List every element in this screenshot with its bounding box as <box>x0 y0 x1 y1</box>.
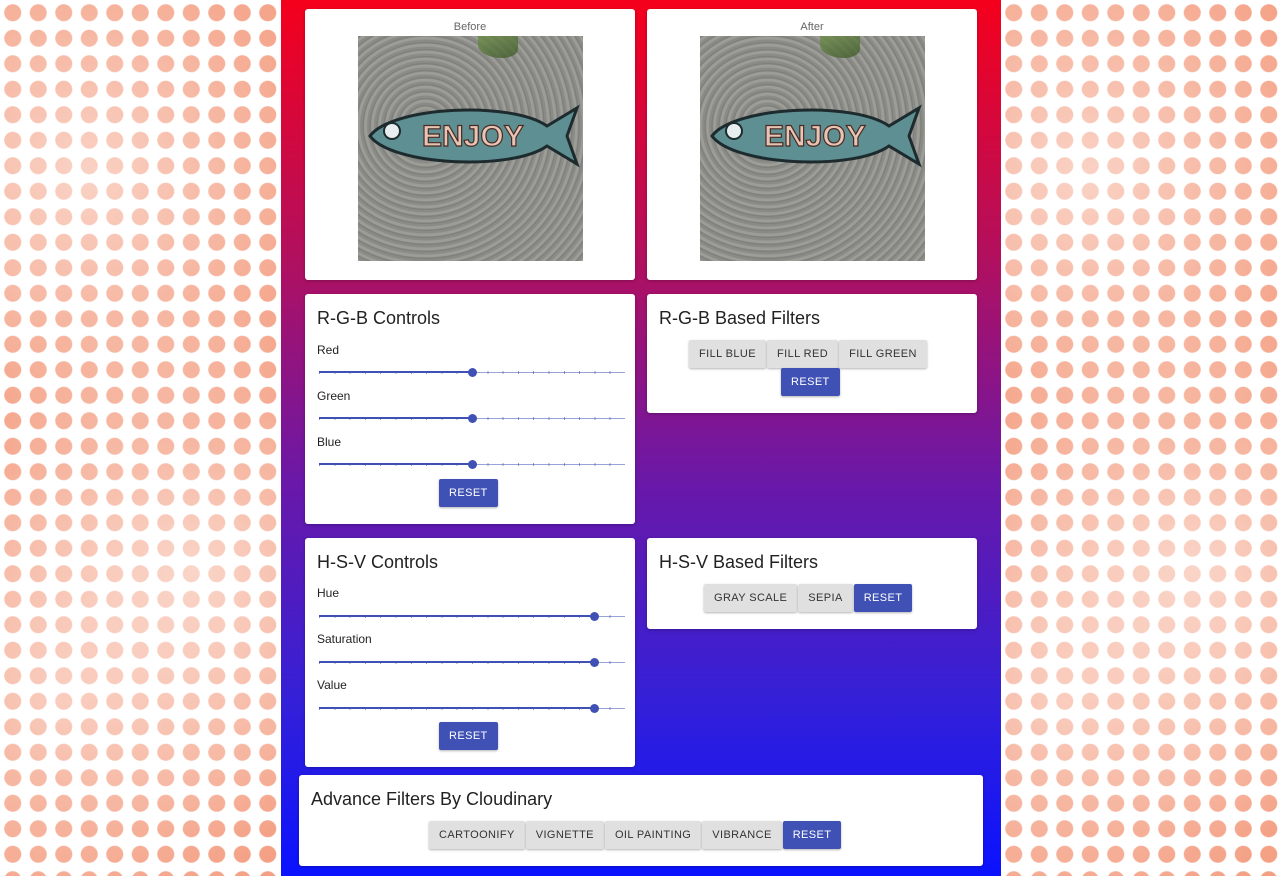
rgb-filters-title: R-G-B Based Filters <box>659 308 821 328</box>
after-card: After ENJOY <box>647 9 977 280</box>
rgb-reset-button[interactable]: Reset <box>439 479 498 507</box>
gray-scale-button[interactable]: Gray Scale <box>704 584 798 612</box>
green-slider-thumb[interactable] <box>467 414 477 423</box>
hsv-filters-card: H-S-V Based Filters Gray Scale Sepia Res… <box>647 538 977 629</box>
after-image-text: ENJOY <box>764 120 866 153</box>
hsv-reset-button[interactable]: Reset <box>439 722 498 750</box>
sepia-button[interactable]: Sepia <box>798 584 853 612</box>
before-card: Before ENJOY <box>305 9 635 280</box>
hsv-filters-reset-button[interactable]: Reset <box>853 584 913 612</box>
value-slider-thumb[interactable] <box>589 704 599 713</box>
saturation-slider[interactable] <box>319 657 625 669</box>
hue-slider[interactable] <box>319 611 625 623</box>
fill-blue-button[interactable]: Fill Blue <box>689 340 766 368</box>
red-slider-thumb[interactable] <box>467 368 477 377</box>
rgb-controls-card: R-G-B Controls Red Green Blue Reset <box>305 294 635 524</box>
rgb-filters-reset-button[interactable]: Reset <box>781 368 840 396</box>
rgb-controls-title: R-G-B Controls <box>317 308 441 328</box>
before-image-text: ENJOY <box>422 120 524 153</box>
blue-slider-thumb[interactable] <box>467 460 477 469</box>
decorative-dot-pattern-left <box>0 0 281 876</box>
decorative-dot-pattern-right <box>1001 0 1281 876</box>
after-image: ENJOY <box>700 36 925 261</box>
hsv-controls-card: H-S-V Controls Hue Saturation Value Rese… <box>305 538 635 767</box>
fill-green-button[interactable]: Fill Green <box>839 340 927 368</box>
before-image: ENJOY <box>358 36 583 261</box>
rgb-filters-card: R-G-B Based Filters Fill Blue Fill Red F… <box>647 294 977 413</box>
hue-slider-label: Hue <box>317 586 340 600</box>
saturation-slider-label: Saturation <box>317 632 372 646</box>
blue-slider[interactable] <box>319 459 625 471</box>
green-slider[interactable] <box>319 413 625 425</box>
cartoonify-button[interactable]: Cartoonify <box>429 821 525 849</box>
red-slider-label: Red <box>317 343 340 357</box>
saturation-slider-thumb[interactable] <box>589 658 599 667</box>
blue-slider-label: Blue <box>317 435 342 449</box>
vignette-button[interactable]: Vignette <box>525 821 604 849</box>
hsv-controls-title: H-S-V Controls <box>317 552 439 572</box>
advanced-reset-button[interactable]: Reset <box>782 821 842 849</box>
advanced-filters-title: Advance Filters By Cloudinary <box>311 789 553 809</box>
red-slider[interactable] <box>319 367 625 379</box>
value-slider[interactable] <box>319 703 625 715</box>
after-label: After <box>800 21 824 33</box>
value-slider-label: Value <box>317 678 347 692</box>
before-label: Before <box>453 21 487 33</box>
main-column: Before ENJOY After ENJOY R-G-B Controls … <box>281 0 1001 876</box>
advanced-filters-card: Advance Filters By Cloudinary Cartoonify… <box>299 775 983 866</box>
hue-slider-thumb[interactable] <box>589 612 599 621</box>
oil-painting-button[interactable]: Oil Painting <box>604 821 702 849</box>
fill-red-button[interactable]: Fill Red <box>767 340 839 368</box>
hsv-filters-title: H-S-V Based Filters <box>659 552 819 572</box>
green-slider-label: Green <box>317 389 351 403</box>
vibrance-button[interactable]: Vibrance <box>702 821 782 849</box>
